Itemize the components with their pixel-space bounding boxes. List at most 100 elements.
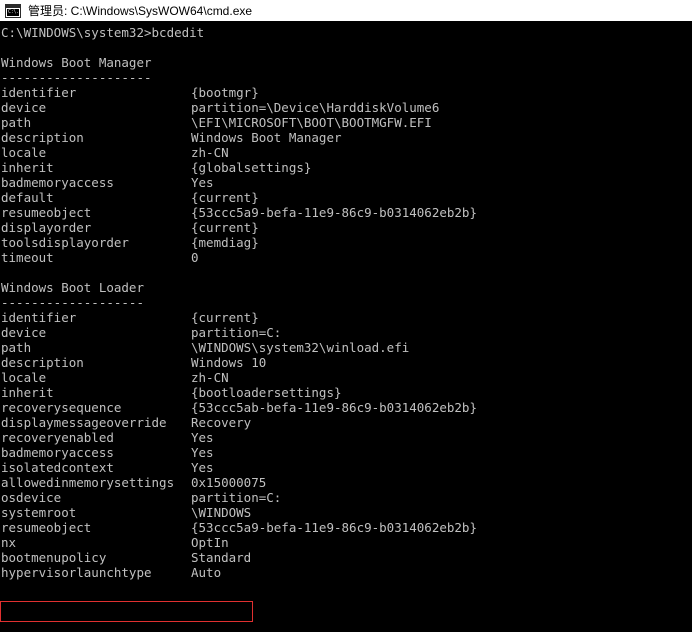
section-heading: Windows Boot Manager	[1, 55, 152, 70]
bcd-entry-row: path \WINDOWS\system32\winload.efi	[1, 340, 692, 355]
bcd-entry-row: displaymessageoverride Recovery	[1, 415, 692, 430]
bcd-entry-value: Recovery	[191, 415, 252, 430]
bcd-entry-value: zh-CN	[191, 370, 229, 385]
command-prompt-line: C:\WINDOWS\system32>bcdedit	[1, 25, 205, 40]
bcd-entry-row: inherit {bootloadersettings}	[1, 385, 692, 400]
bcd-entry-row: badmemoryaccess Yes	[1, 175, 692, 190]
bcd-entry-value: {current}	[191, 310, 259, 325]
bcd-entry-value: {current}	[191, 220, 259, 235]
bcd-entry-value: 0	[191, 250, 199, 265]
bcd-entry-key: systemroot	[1, 505, 77, 520]
bcd-entry-value: Yes	[191, 175, 214, 190]
bcd-entry-row: resumeobject {53ccc5a9-befa-11e9-86c9-b03…	[1, 205, 692, 220]
bcd-entry-value: Yes	[191, 430, 214, 445]
bcd-entry-row: hypervisorlaunchtype Auto	[1, 565, 692, 580]
bcd-entry-value: Yes	[191, 460, 214, 475]
bcd-entry-row: timeout 0	[1, 250, 692, 265]
bcd-entry-value: {53ccc5ab-befa-11e9-86c9-b0314062eb2b}	[191, 400, 477, 415]
bcd-entry-key: default	[1, 190, 54, 205]
bcd-entry-key: recoveryenabled	[1, 430, 114, 445]
section-rule: --------------------	[1, 70, 152, 85]
section-rule: -------------------	[1, 295, 144, 310]
bcd-entry-key: identifier	[1, 85, 77, 100]
bcd-entry-value: Auto	[191, 565, 222, 580]
bcd-entry-row: resumeobject {53ccc5a9-befa-11e9-86c9-b03…	[1, 520, 692, 535]
bcd-entry-row: displayorder {current}	[1, 220, 692, 235]
cmd-window: C:\. 管理员: C:\Windows\SysWOW64\cmd.exe C:…	[0, 0, 692, 632]
console-window-icon: C:\.	[5, 3, 21, 18]
bcd-entry-key: identifier	[1, 310, 77, 325]
bcd-entry-key: description	[1, 130, 84, 145]
bcd-entry-row: default {current}	[1, 190, 692, 205]
bcd-entry-key: timeout	[1, 250, 54, 265]
icon-title-strip	[6, 4, 20, 8]
bcd-entry-row: device partition=C:	[1, 325, 692, 340]
bcd-entry-key: device	[1, 325, 47, 340]
bcd-entry-key: device	[1, 100, 47, 115]
bcd-entry-key: toolsdisplayorder	[1, 235, 129, 250]
bcd-entry-value: \WINDOWS	[191, 505, 252, 520]
bcd-entry-row: description Windows 10	[1, 355, 692, 370]
bcd-entry-row: isolatedcontext Yes	[1, 460, 692, 475]
bcd-entry-key: isolatedcontext	[1, 460, 114, 475]
bcd-entry-value: \WINDOWS\system32\winload.efi	[191, 340, 410, 355]
console-sections: Windows Boot Manager --------------------…	[1, 55, 692, 580]
bcd-entry-key: path	[1, 340, 32, 355]
bcd-entry-row: locale zh-CN	[1, 145, 692, 160]
bcd-entry-row: inherit {globalsettings}	[1, 160, 692, 175]
bcd-entry-value: zh-CN	[191, 145, 229, 160]
bcd-entry-key: displayorder	[1, 220, 92, 235]
bcd-entry-value: Windows 10	[191, 355, 267, 370]
bcd-entry-value: {bootloadersettings}	[191, 385, 342, 400]
bcd-entry-row: description Windows Boot Manager	[1, 130, 692, 145]
icon-screen-glyph: C:\.	[7, 8, 19, 16]
bcd-entry-key: locale	[1, 370, 47, 385]
bcd-entry-row: identifier {bootmgr}	[1, 85, 692, 100]
bcd-entry-row: device partition=\Device\HarddiskVolume6	[1, 100, 692, 115]
bcd-entry-row: identifier {current}	[1, 310, 692, 325]
bcd-entry-value: OptIn	[191, 535, 229, 550]
bcd-entry-value: \EFI\MICROSOFT\BOOT\BOOTMGFW.EFI	[191, 115, 432, 130]
bcd-entry-row: osdevice partition=C:	[1, 490, 692, 505]
bcd-entry-key: displaymessageoverride	[1, 415, 167, 430]
bcd-entry-value: {53ccc5a9-befa-11e9-86c9-b0314062eb2b}	[191, 520, 477, 535]
bcd-entry-value: {bootmgr}	[191, 85, 259, 100]
bcd-entry-row: path \EFI\MICROSOFT\BOOT\BOOTMGFW.EFI	[1, 115, 692, 130]
bcd-entry-value: partition=C:	[191, 490, 282, 505]
bcd-entry-row: systemroot \WINDOWS	[1, 505, 692, 520]
console-output-area[interactable]: C:\WINDOWS\system32>bcdedit Windows Boot…	[0, 21, 692, 632]
bcd-entry-value: Windows Boot Manager	[191, 130, 342, 145]
bcd-entry-key: hypervisorlaunchtype	[1, 565, 152, 580]
bcd-entry-key: inherit	[1, 385, 54, 400]
bcd-entry-key: bootmenupolicy	[1, 550, 107, 565]
bcd-entry-row: recoveryenabled Yes	[1, 430, 692, 445]
bcd-entry-row: badmemoryaccess Yes	[1, 445, 692, 460]
bcd-entry-key: resumeobject	[1, 520, 92, 535]
bcd-entry-key: inherit	[1, 160, 54, 175]
bcd-entry-key: nx	[1, 535, 17, 550]
bcd-entry-row: recoverysequence {53ccc5ab-befa-11e9-86c9…	[1, 400, 692, 415]
bcd-entry-key: resumeobject	[1, 205, 92, 220]
bcd-entry-value: 0x15000075	[191, 475, 267, 490]
bcd-entry-key: osdevice	[1, 490, 62, 505]
bcd-entry-key: description	[1, 355, 84, 370]
bcd-entry-key: recoverysequence	[1, 400, 122, 415]
bcd-entry-value: {current}	[191, 190, 259, 205]
bcd-entry-value: partition=\Device\HarddiskVolume6	[191, 100, 440, 115]
window-title-bar[interactable]: C:\. 管理员: C:\Windows\SysWOW64\cmd.exe	[0, 0, 692, 21]
bcd-entry-row: bootmenupolicy Standard	[1, 550, 692, 565]
window-title-text: 管理员: C:\Windows\SysWOW64\cmd.exe	[28, 4, 253, 18]
bcd-entry-row: nx OptIn	[1, 535, 692, 550]
bcd-entry-key: allowedinmemorysettings	[1, 475, 175, 490]
bcd-entry-value: Yes	[191, 445, 214, 460]
bcd-entry-row: locale zh-CN	[1, 370, 692, 385]
bcd-entry-key: path	[1, 115, 32, 130]
bcd-entry-value: {globalsettings}	[191, 160, 312, 175]
bcd-entry-value: partition=C:	[191, 325, 282, 340]
bcd-entry-key: badmemoryaccess	[1, 445, 114, 460]
bcd-entry-value: Standard	[191, 550, 252, 565]
bcd-entry-key: badmemoryaccess	[1, 175, 114, 190]
bcd-entry-row: allowedinmemorysettings 0x15000075	[1, 475, 692, 490]
